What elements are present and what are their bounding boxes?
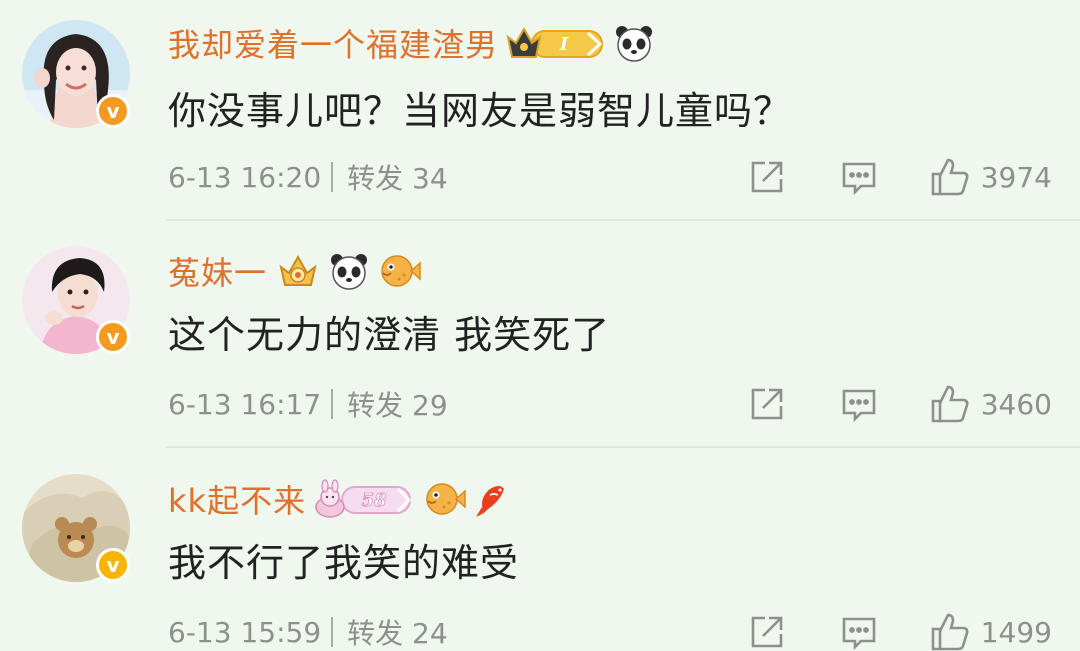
comment-meta: 6-13 15:59 转发 24 1499	[168, 610, 1052, 651]
like-button[interactable]: 1499	[929, 611, 1052, 651]
pufferfish-icon	[422, 479, 466, 519]
username-row: 我却爱着一个福建渣男 I	[168, 20, 654, 66]
like-count: 3460	[980, 387, 1052, 421]
medal-level-text: 58	[362, 490, 388, 511]
comment-actions: 3974	[747, 156, 1052, 198]
repost-count[interactable]: 转发 24	[347, 612, 448, 651]
pufferfish-icon	[377, 251, 421, 291]
golden-crown-medal[interactable]	[275, 251, 321, 291]
like-count: 3974	[980, 160, 1052, 194]
verified-badge-icon: v	[96, 548, 130, 582]
username-row: 菟妹一	[168, 248, 421, 294]
comment-list: v 我却爱着一个福建渣男 I 你没事儿吧？当网友是弱智儿童吗？ 6-13 16:…	[0, 0, 1080, 651]
comment-item: v 我却爱着一个福建渣男 I 你没事儿吧？当网友是弱智儿童吗？ 6-13 16:…	[0, 0, 1080, 228]
repost-count[interactable]: 转发 34	[347, 157, 448, 197]
comment-icon[interactable]	[839, 384, 879, 424]
avatar[interactable]: v	[22, 474, 130, 582]
like-button[interactable]: 3974	[929, 156, 1052, 198]
comment-icon[interactable]	[839, 612, 879, 651]
username[interactable]: 我却爱着一个福建渣男	[168, 20, 498, 66]
thumbs-up-icon	[931, 385, 969, 423]
username[interactable]: 菟妹一	[168, 248, 267, 294]
share-icon[interactable]	[747, 157, 787, 197]
verified-badge-icon: v	[96, 94, 130, 128]
username-row: kk起不来 58	[168, 476, 510, 522]
comment-meta: 6-13 16:20 转发 34 3974	[168, 155, 1052, 199]
meta-divider	[331, 389, 334, 419]
panda-icon	[329, 251, 369, 291]
thumbs-up-icon	[931, 613, 969, 651]
avatar[interactable]: v	[22, 246, 130, 354]
share-icon[interactable]	[747, 384, 787, 424]
comment-time: 6-13 16:20	[168, 160, 322, 194]
thumbs-up-icon	[931, 158, 969, 196]
comment-text: 我不行了我笑的难受	[168, 541, 520, 585]
share-icon[interactable]	[747, 612, 787, 651]
divider	[166, 446, 1080, 448]
comment-text: 你没事儿吧？当网友是弱智儿童吗？	[168, 89, 793, 133]
comment-icon[interactable]	[839, 157, 879, 197]
bunny-level-medal[interactable]: 58	[314, 479, 414, 519]
like-count: 1499	[980, 615, 1052, 649]
meta-divider	[331, 617, 334, 647]
like-button[interactable]: 3460	[929, 383, 1052, 425]
comment-actions: 1499	[747, 611, 1052, 651]
repost-count[interactable]: 转发 29	[347, 384, 448, 424]
username[interactable]: kk起不来	[168, 476, 306, 522]
medal-level-text: I	[559, 34, 569, 55]
crown-level-medal[interactable]: I	[506, 23, 606, 63]
divider	[166, 219, 1080, 221]
comment-actions: 3460	[747, 383, 1052, 425]
comment-text: 这个无力的澄清 我笑死了	[168, 313, 611, 357]
comment-time: 6-13 15:59	[168, 615, 322, 649]
avatar[interactable]: v	[22, 20, 130, 128]
verified-badge-icon: v	[96, 320, 130, 354]
comment-meta: 6-13 16:17 转发 29 3460	[168, 382, 1052, 426]
comment-item: v 菟妹一 这个无力的澄清 我笑死了 6-13 16:17 转发 29 3460	[0, 226, 1080, 454]
meta-divider	[331, 162, 334, 192]
koi-fish-icon	[474, 479, 510, 519]
comment-time: 6-13 16:17	[168, 387, 322, 421]
comment-item: v kk起不来 58 我不行了我笑的难受 6-13 15:59 转发 24 14…	[0, 454, 1080, 651]
panda-icon	[614, 23, 654, 63]
